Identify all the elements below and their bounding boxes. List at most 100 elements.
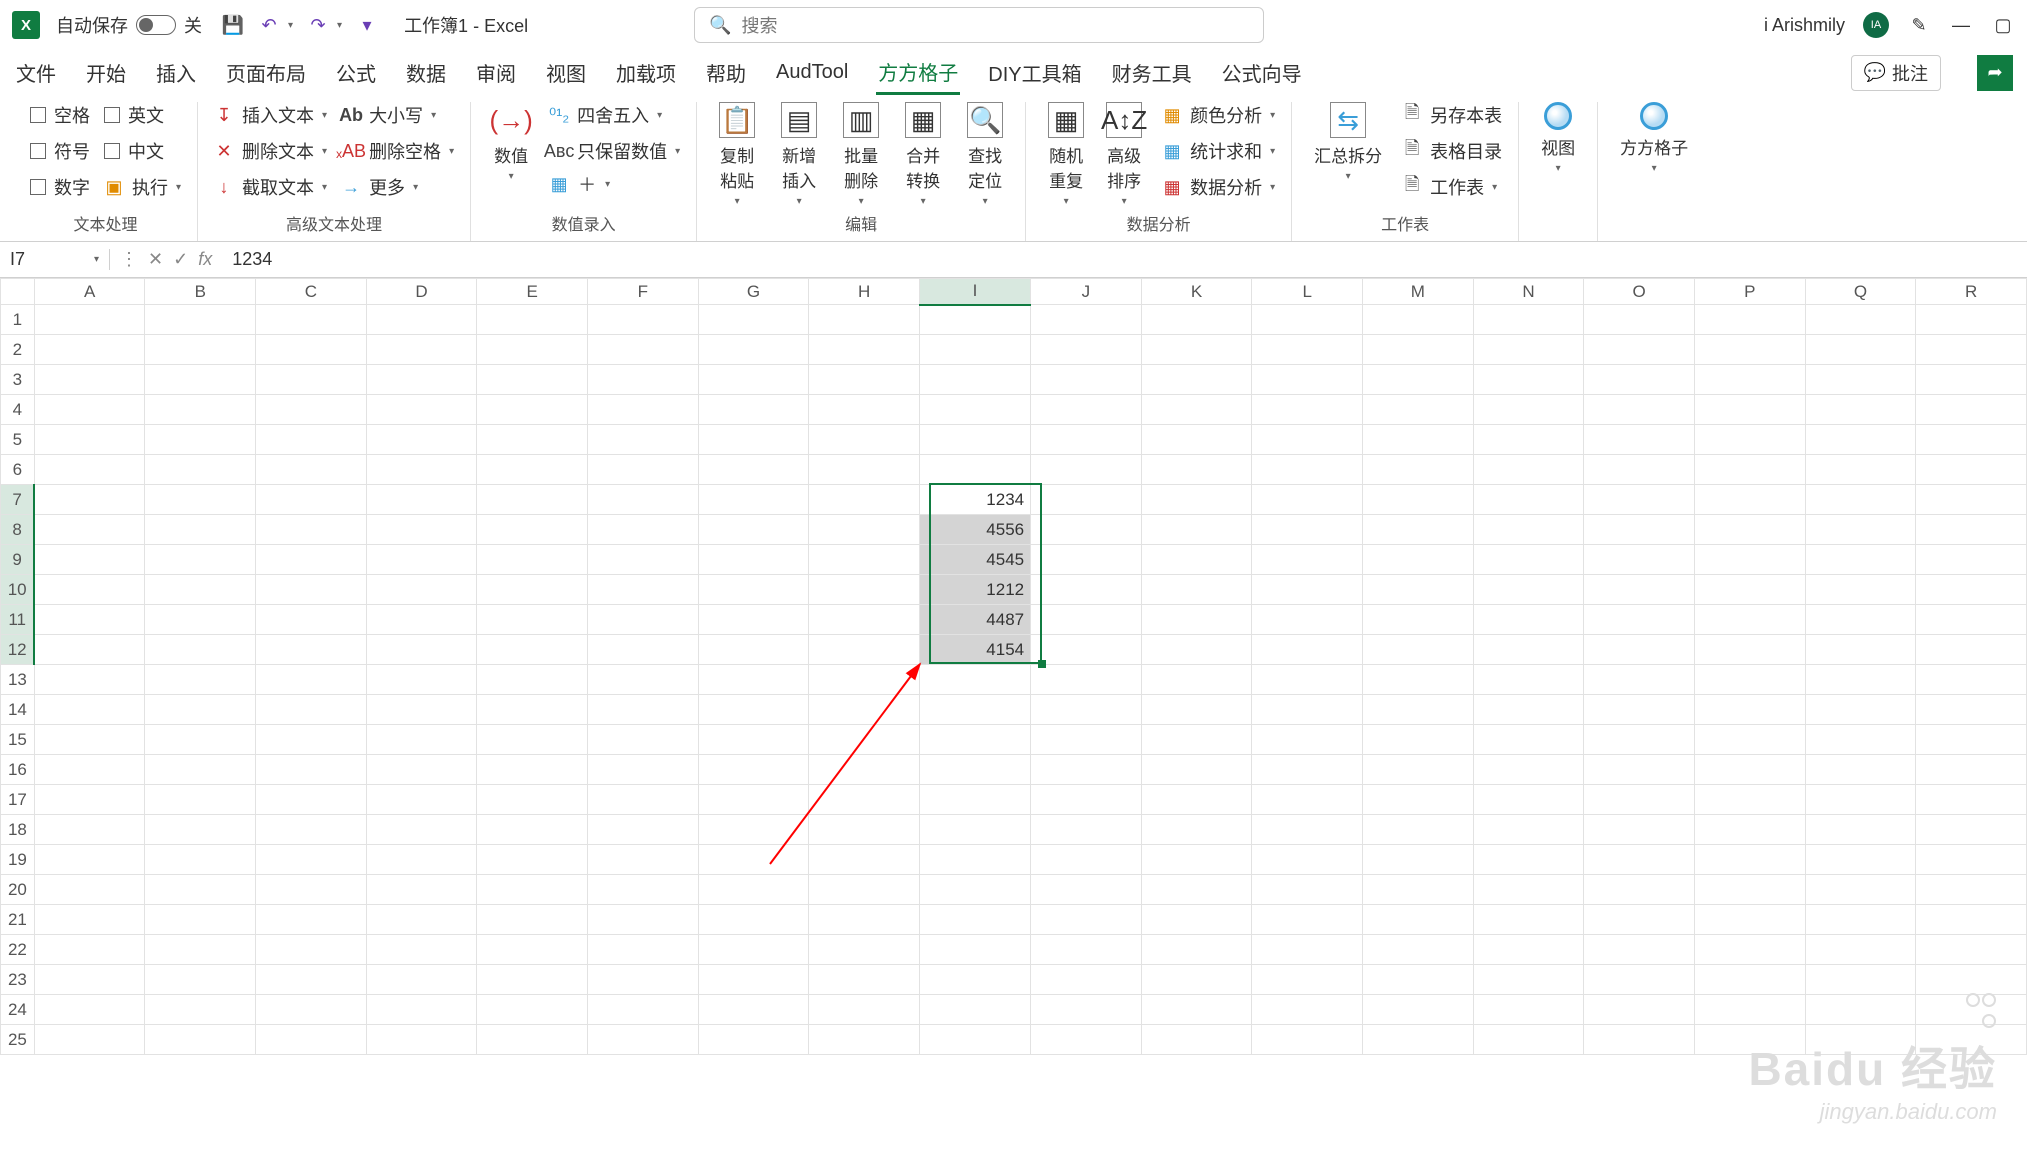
cell-F23[interactable] [588,965,699,995]
execute-button[interactable]: ▣执行▾ [104,174,181,200]
cell-E12[interactable] [477,635,588,665]
cell-G3[interactable] [698,365,809,395]
cell-E15[interactable] [477,725,588,755]
cell-O20[interactable] [1584,875,1695,905]
cell-H25[interactable] [809,1025,920,1055]
cell-L10[interactable] [1252,575,1363,605]
cell-P22[interactable] [1695,935,1806,965]
chevron-down-icon[interactable]: ▾ [94,254,99,265]
cell-O6[interactable] [1584,455,1695,485]
cell-I23[interactable] [919,965,1030,995]
cell-O19[interactable] [1584,845,1695,875]
row-header-23[interactable]: 23 [1,965,35,995]
cell-E4[interactable] [477,395,588,425]
cell-L4[interactable] [1252,395,1363,425]
cell-H8[interactable] [809,515,920,545]
cell-I10[interactable]: 1212 [919,575,1030,605]
col-header-J[interactable]: J [1031,279,1142,305]
cell-I17[interactable] [919,785,1030,815]
row-header-17[interactable]: 17 [1,785,35,815]
cell-P17[interactable] [1695,785,1806,815]
cell-M8[interactable] [1363,515,1474,545]
minimize-button[interactable]: — [1949,13,1973,37]
cell-F11[interactable] [588,605,699,635]
cell-L19[interactable] [1252,845,1363,875]
cell-I3[interactable] [919,365,1030,395]
cell-R2[interactable] [1916,335,2027,365]
row-header-4[interactable]: 4 [1,395,35,425]
cell-K19[interactable] [1141,845,1252,875]
cell-P1[interactable] [1695,305,1806,335]
col-header-C[interactable]: C [256,279,367,305]
cell-F16[interactable] [588,755,699,785]
cell-E11[interactable] [477,605,588,635]
cell-I9[interactable]: 4545 [919,545,1030,575]
cell-F21[interactable] [588,905,699,935]
cell-K2[interactable] [1141,335,1252,365]
cell-B10[interactable] [145,575,256,605]
cell-N23[interactable] [1473,965,1584,995]
cell-G5[interactable] [698,425,809,455]
num-tools-button[interactable]: ▦＋▾ [549,174,680,194]
formula-input[interactable]: 1234 [222,249,2027,270]
cell-L21[interactable] [1252,905,1363,935]
cell-N10[interactable] [1473,575,1584,605]
sum-stats-button[interactable]: ▦统计求和▾ [1162,138,1275,164]
cell-P2[interactable] [1695,335,1806,365]
cell-K7[interactable] [1141,485,1252,515]
cell-O10[interactable] [1584,575,1695,605]
cell-M25[interactable] [1363,1025,1474,1055]
cell-E2[interactable] [477,335,588,365]
cell-O2[interactable] [1584,335,1695,365]
cell-D8[interactable] [366,515,477,545]
cell-F10[interactable] [588,575,699,605]
cell-L18[interactable] [1252,815,1363,845]
adv-sort-button[interactable]: A↕Z高级排序▾ [1100,102,1148,207]
row-header-8[interactable]: 8 [1,515,35,545]
cell-O13[interactable] [1584,665,1695,695]
cell-H9[interactable] [809,545,920,575]
cell-B23[interactable] [145,965,256,995]
fx-icon[interactable]: fx [198,249,212,270]
cell-O9[interactable] [1584,545,1695,575]
col-header-B[interactable]: B [145,279,256,305]
cell-L11[interactable] [1252,605,1363,635]
cell-M10[interactable] [1363,575,1474,605]
col-header-R[interactable]: R [1916,279,2027,305]
cell-P6[interactable] [1695,455,1806,485]
cell-P10[interactable] [1695,575,1806,605]
cell-F17[interactable] [588,785,699,815]
col-header-Q[interactable]: Q [1805,279,1916,305]
cell-J15[interactable] [1031,725,1142,755]
cell-P21[interactable] [1695,905,1806,935]
cell-A3[interactable] [34,365,145,395]
user-name[interactable]: i Arishmily [1764,15,1845,36]
cell-O25[interactable] [1584,1025,1695,1055]
cell-E22[interactable] [477,935,588,965]
worksheet-button[interactable]: 🗎工作表▾ [1402,174,1502,200]
cell-Q22[interactable] [1805,935,1916,965]
cell-C13[interactable] [256,665,367,695]
check-symbol[interactable]: 符号 [30,138,90,164]
cell-D20[interactable] [366,875,477,905]
cell-B12[interactable] [145,635,256,665]
cell-E16[interactable] [477,755,588,785]
maximize-button[interactable]: ▢ [1991,13,2015,37]
cell-H20[interactable] [809,875,920,905]
cell-G19[interactable] [698,845,809,875]
search-input[interactable]: 🔍 搜索 [694,7,1264,43]
cell-B24[interactable] [145,995,256,1025]
cell-J3[interactable] [1031,365,1142,395]
cell-E9[interactable] [477,545,588,575]
cell-Q8[interactable] [1805,515,1916,545]
cell-M3[interactable] [1363,365,1474,395]
check-english[interactable]: 英文 [104,102,181,128]
row-header-11[interactable]: 11 [1,605,35,635]
cell-F24[interactable] [588,995,699,1025]
cell-J16[interactable] [1031,755,1142,785]
cell-L14[interactable] [1252,695,1363,725]
cell-Q14[interactable] [1805,695,1916,725]
cell-H22[interactable] [809,935,920,965]
cell-H5[interactable] [809,425,920,455]
cell-I20[interactable] [919,875,1030,905]
